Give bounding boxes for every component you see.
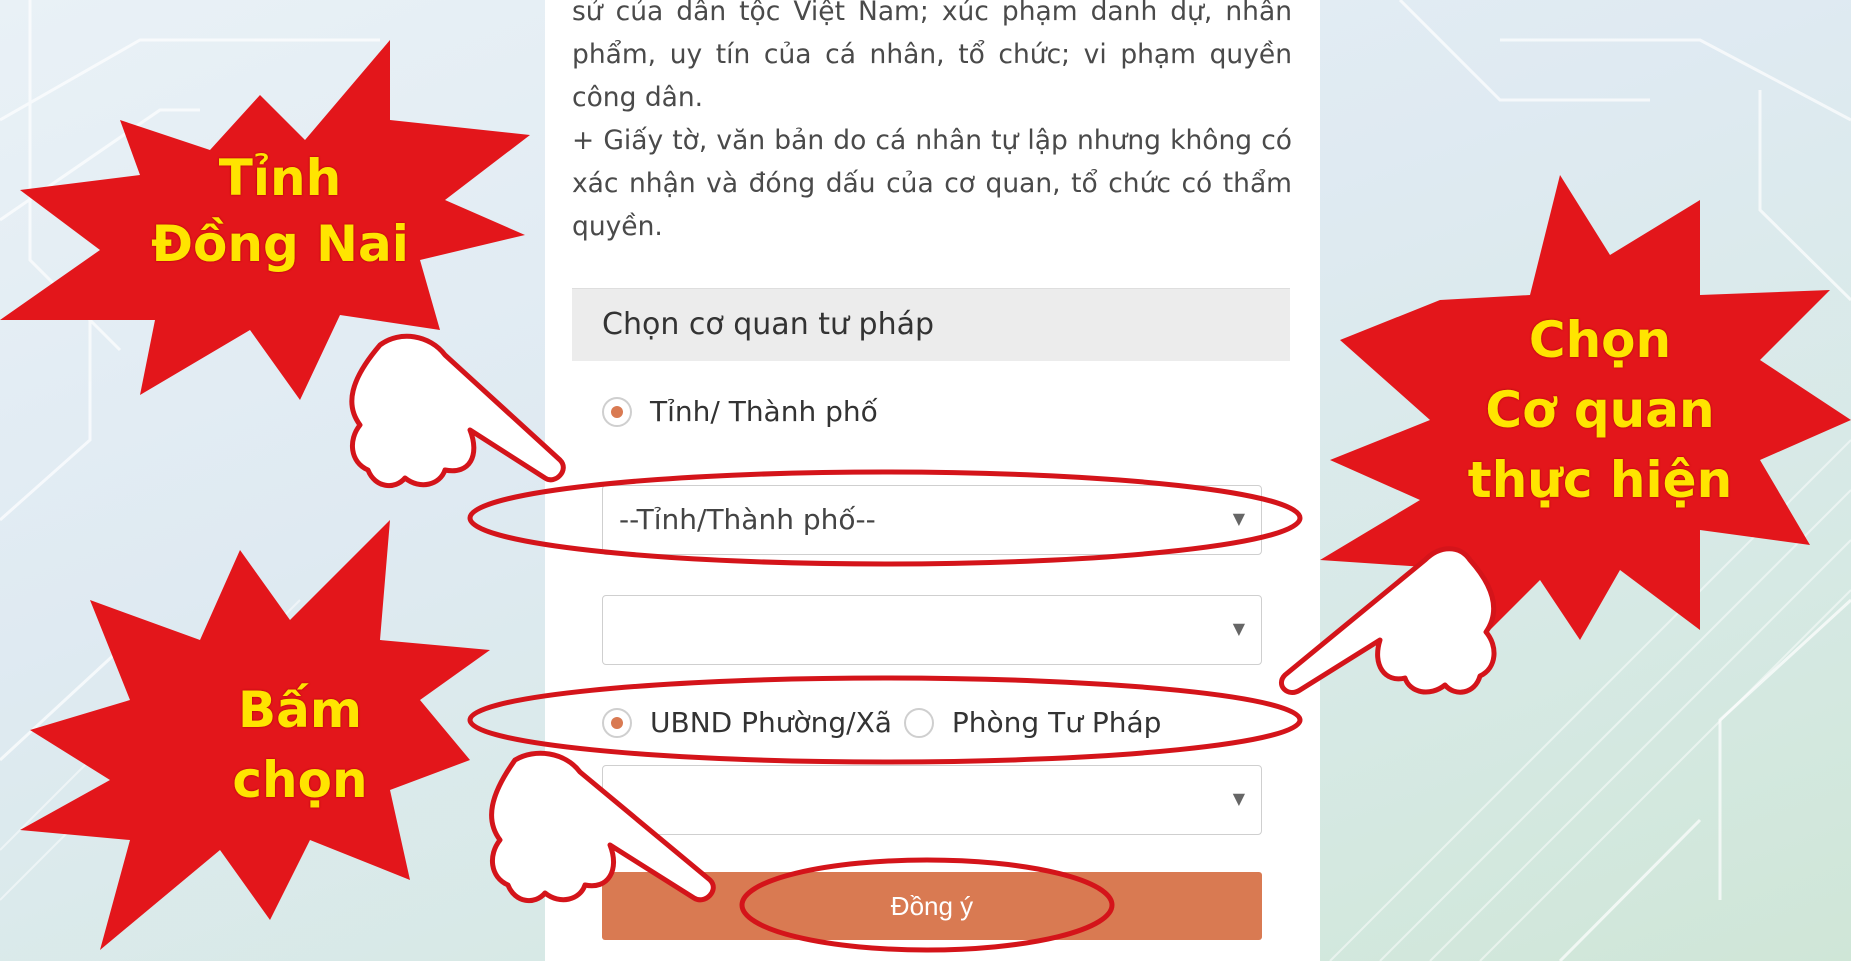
chevron-down-icon: ▼ bbox=[1232, 619, 1245, 638]
chevron-down-icon: ▼ bbox=[1232, 509, 1245, 528]
agency-type-options: UBND Phường/Xã Phòng Tư Pháp bbox=[602, 706, 1161, 739]
callout-province-line-1: Tỉnh bbox=[218, 149, 342, 207]
province-select-value: --Tỉnh/Thành phố-- bbox=[619, 503, 876, 536]
radio-province-level[interactable]: Tỉnh/ Thành phố bbox=[602, 395, 878, 428]
callout-province-line-2: Đồng Nai bbox=[151, 215, 409, 273]
card-header: Chọn cơ quan tư pháp bbox=[572, 288, 1290, 361]
callout-province: Tỉnh Đồng Nai bbox=[130, 145, 430, 277]
radio-justice-indicator[interactable] bbox=[903, 707, 934, 738]
intro-text: sử của dân tộc Việt Nam; xúc phạm danh d… bbox=[572, 0, 1292, 248]
chevron-down-icon: ▼ bbox=[1232, 789, 1245, 808]
submit-button[interactable]: Đồng ý bbox=[602, 872, 1262, 940]
card-title: Chọn cơ quan tư pháp bbox=[602, 307, 935, 342]
callout-agency-line-1: Chọn bbox=[1528, 311, 1672, 369]
callout-agency-line-3: thực hiện bbox=[1467, 451, 1733, 509]
radio-ward-indicator[interactable] bbox=[602, 707, 632, 738]
radio-justice-label[interactable]: Phòng Tư Pháp bbox=[952, 706, 1162, 739]
province-select[interactable]: --Tỉnh/Thành phố-- ▼ bbox=[602, 485, 1262, 555]
intro-paragraph-2: + Giấy tờ, văn bản do cá nhân tự lập như… bbox=[572, 125, 1292, 242]
callout-click-line-2: chọn bbox=[232, 751, 368, 809]
callout-click: Bấm chọn bbox=[150, 675, 450, 815]
radio-province-level-indicator[interactable] bbox=[602, 396, 632, 427]
district-select[interactable]: ▼ bbox=[602, 595, 1262, 665]
agency-select[interactable]: ▼ bbox=[602, 765, 1262, 835]
callout-click-line-1: Bấm bbox=[238, 681, 362, 739]
intro-paragraph-1: sử của dân tộc Việt Nam; xúc phạm danh d… bbox=[572, 0, 1292, 113]
callout-agency-line-2: Cơ quan bbox=[1485, 381, 1715, 439]
radio-ward-label[interactable]: UBND Phường/Xã bbox=[650, 706, 892, 739]
radio-province-level-label: Tỉnh/ Thành phố bbox=[650, 395, 878, 428]
callout-agency: Chọn Cơ quan thực hiện bbox=[1450, 305, 1750, 515]
